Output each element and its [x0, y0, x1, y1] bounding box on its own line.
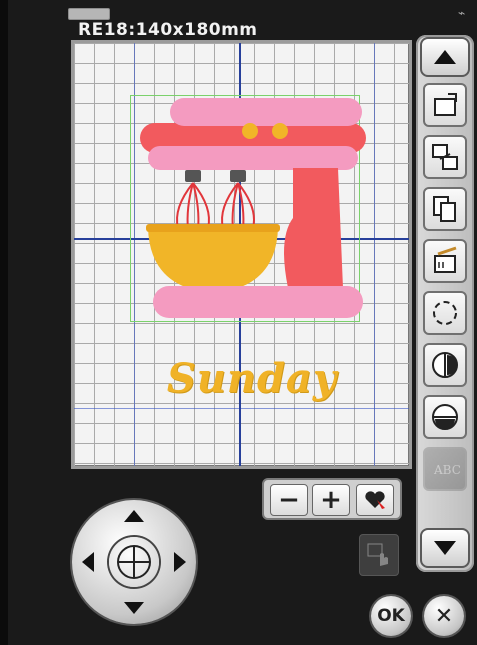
mirror-vertical-button[interactable] [423, 395, 467, 439]
embroidery-canvas[interactable]: Sunday [71, 40, 412, 469]
center-plus-icon [117, 545, 151, 579]
down-arrow-icon [124, 602, 144, 614]
mirror-horizontal-icon [432, 352, 458, 378]
zoom-in-button[interactable]: + [312, 484, 350, 516]
zoom-controls: − + [262, 478, 402, 520]
scroll-down-button[interactable] [420, 528, 470, 568]
heart-pointer-button[interactable] [356, 484, 394, 516]
cancel-button[interactable]: ✕ [424, 596, 464, 636]
left-arrow-icon [82, 552, 94, 572]
usb-icon: ⌁ [458, 6, 466, 20]
move-icon [432, 144, 458, 170]
delete-button[interactable] [423, 239, 467, 283]
text-edit-icon: ABC [433, 463, 460, 477]
copy-button[interactable] [423, 187, 467, 231]
up-arrow-icon [124, 510, 144, 522]
delete-icon [434, 246, 457, 273]
border-button[interactable] [423, 291, 467, 335]
center-button[interactable] [109, 537, 159, 587]
right-arrow-icon [174, 552, 186, 572]
stand-mixer-design[interactable] [128, 88, 378, 328]
down-arrow-icon [434, 541, 456, 555]
hoop-size-title: RE18:140x180mm [78, 20, 258, 40]
up-arrow-icon [434, 50, 456, 64]
direction-pad[interactable] [72, 500, 196, 624]
heart-pointer-icon [365, 491, 385, 509]
scroll-up-button[interactable] [420, 37, 470, 77]
copy-icon [433, 196, 456, 222]
mirror-horizontal-button[interactable] [423, 343, 467, 387]
svg-text:ABC: ABC [433, 463, 460, 477]
embroidery-screen: ⌁ RE18:140x180mm Sunday ABC − + OK ✕ [8, 0, 477, 645]
text-edit-button[interactable]: ABC [423, 447, 467, 491]
ok-button[interactable]: OK [371, 596, 411, 636]
edit-toolbar: ABC [416, 35, 474, 572]
move-button[interactable] [423, 135, 467, 179]
memory-icon [68, 8, 110, 20]
rotate-icon [434, 93, 457, 116]
border-icon [433, 301, 457, 325]
design-text-sunday[interactable]: Sunday [152, 355, 352, 402]
rotate-button[interactable] [423, 83, 467, 127]
zoom-out-button[interactable]: − [270, 484, 308, 516]
hand-icon [367, 543, 388, 566]
hand-scroll-button[interactable] [359, 534, 399, 576]
mirror-vertical-icon [432, 404, 458, 430]
grid-line [74, 408, 409, 409]
